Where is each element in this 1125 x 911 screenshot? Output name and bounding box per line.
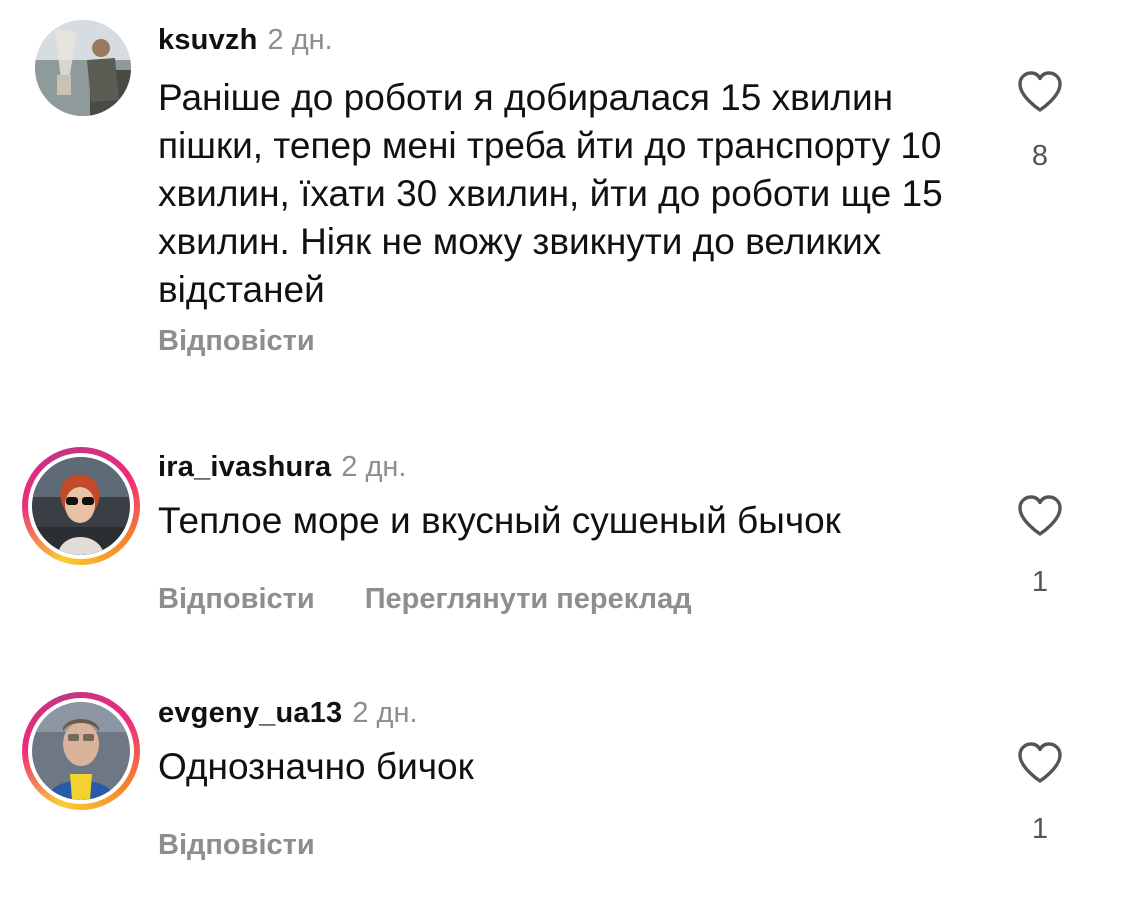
comment-username[interactable]: ksuvzh bbox=[158, 24, 258, 56]
comment-text: Теплое море и вкусный сушеный бычок bbox=[158, 500, 841, 541]
comment-time: 2 дн. bbox=[341, 451, 407, 483]
view-translation-button[interactable]: Переглянути переклад bbox=[365, 581, 692, 617]
heart-outline-icon[interactable] bbox=[1016, 741, 1064, 785]
like-count: 1 bbox=[1031, 566, 1049, 598]
comment-username[interactable]: evgeny_ua13 bbox=[158, 697, 342, 729]
avatar-story-ring[interactable] bbox=[22, 692, 140, 810]
comment-time: 2 дн. bbox=[267, 24, 333, 56]
like-count: 1 bbox=[1031, 813, 1049, 845]
reply-button[interactable]: Відповісти bbox=[158, 581, 315, 617]
heart-outline-icon[interactable] bbox=[1016, 70, 1064, 114]
avatar-photo bbox=[35, 20, 131, 116]
heart-outline-icon[interactable] bbox=[1016, 494, 1064, 538]
comment-text: Раніше до роботи я добиралася 15 хвилин … bbox=[158, 77, 943, 310]
avatar-photo bbox=[32, 702, 130, 800]
reply-button[interactable]: Відповісти bbox=[158, 827, 315, 863]
avatar[interactable] bbox=[35, 20, 131, 116]
like-count: 8 bbox=[1031, 140, 1049, 172]
reply-button[interactable]: Відповісти bbox=[158, 323, 315, 359]
avatar-story-ring[interactable] bbox=[22, 447, 140, 565]
avatar-photo bbox=[32, 457, 130, 555]
comment-time: 2 дн. bbox=[352, 697, 418, 729]
comment-text: Однозначно бичок bbox=[158, 746, 474, 787]
comment-username[interactable]: ira_ivashura bbox=[158, 451, 331, 483]
